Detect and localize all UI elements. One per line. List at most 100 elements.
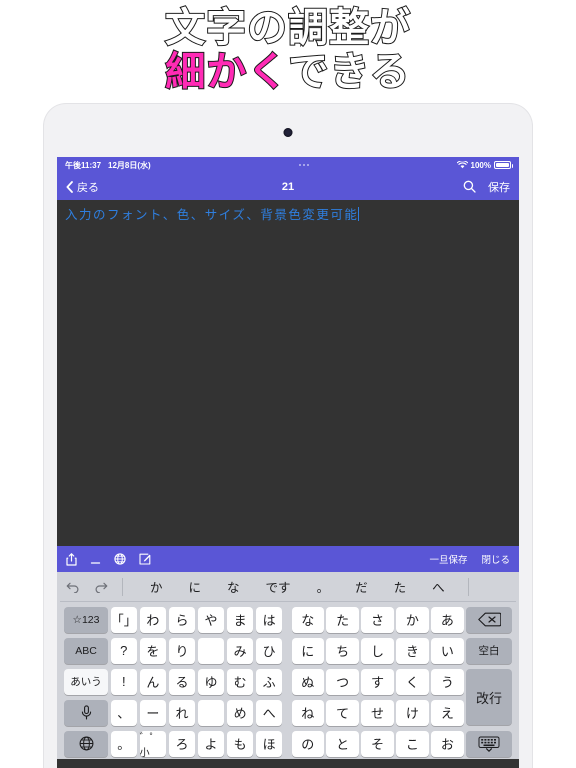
compose-icon[interactable] xyxy=(139,553,151,565)
key-ma[interactable]: ま xyxy=(226,606,254,633)
key-na[interactable]: な xyxy=(291,606,324,633)
key-se[interactable]: せ xyxy=(361,699,394,726)
mic-icon xyxy=(81,705,92,720)
page-title: 21 xyxy=(281,180,295,193)
key-ri[interactable]: り xyxy=(168,637,196,664)
key-ru[interactable]: る xyxy=(168,668,196,695)
text-editor-area[interactable]: 入力のフォント、色、サイズ、背景色変更可能 xyxy=(57,200,519,546)
key-to[interactable]: と xyxy=(326,730,359,757)
undo-icon[interactable] xyxy=(66,581,80,593)
key-he[interactable]: へ xyxy=(255,699,283,726)
globe-icon[interactable] xyxy=(114,553,126,565)
temp-save-button[interactable]: 一旦保存 xyxy=(429,552,467,566)
share-icon[interactable] xyxy=(66,552,77,566)
key-blank[interactable] xyxy=(197,637,225,664)
key-ro[interactable]: ろ xyxy=(168,730,196,757)
key-ke[interactable]: け xyxy=(396,699,429,726)
key-nu[interactable]: ぬ xyxy=(291,668,324,695)
key-su[interactable]: す xyxy=(361,668,394,695)
key-mu[interactable]: む xyxy=(226,668,254,695)
status-date: 12月8日(水) xyxy=(108,160,151,170)
key-symbols-123[interactable]: ☆123 xyxy=(64,606,108,633)
suggestion-item[interactable]: です xyxy=(253,577,304,596)
key-ra[interactable]: ら xyxy=(168,606,196,633)
key-ya[interactable]: や xyxy=(197,606,225,633)
back-button[interactable]: 戻る xyxy=(66,179,99,195)
delete-key[interactable] xyxy=(466,606,512,633)
key-tsu[interactable]: つ xyxy=(326,668,359,695)
editor-text: 入力のフォント、色、サイズ、背景色変更可能 xyxy=(65,208,359,222)
space-key[interactable]: 空白 xyxy=(466,637,512,664)
key-choon[interactable]: ー xyxy=(139,699,167,726)
keyboard-dismiss-icon xyxy=(478,736,500,752)
key-i[interactable]: い xyxy=(431,637,464,664)
key-ka[interactable]: か xyxy=(396,606,429,633)
key-abc-mode[interactable]: ABC xyxy=(64,637,108,664)
redo-icon[interactable] xyxy=(94,581,108,593)
key-re[interactable]: れ xyxy=(168,699,196,726)
keyboard-dismiss-key[interactable] xyxy=(466,730,512,757)
chevron-left-icon xyxy=(66,180,73,193)
key-a[interactable]: あ xyxy=(431,606,464,633)
return-key[interactable]: 改行 xyxy=(466,669,512,725)
suggestion-item[interactable]: 。 xyxy=(304,577,343,596)
key-hi[interactable]: ひ xyxy=(255,637,283,664)
key-u[interactable]: う xyxy=(431,668,464,695)
key-dakuten-small[interactable]: ゛゜小 xyxy=(139,730,167,759)
key-ku[interactable]: く xyxy=(396,668,429,695)
key-me[interactable]: め xyxy=(226,699,254,726)
key-ki[interactable]: き xyxy=(396,637,429,664)
key-blank[interactable] xyxy=(197,699,225,726)
delete-icon xyxy=(477,612,501,627)
key-sa[interactable]: さ xyxy=(361,606,394,633)
suggestion-item[interactable]: に xyxy=(176,577,215,596)
key-ni[interactable]: に xyxy=(291,637,324,664)
key-ta[interactable]: た xyxy=(326,606,359,633)
save-button[interactable]: 保存 xyxy=(488,179,510,195)
keyboard-row-3: あいう ! ん る ゆ む ふ ぬ つ す く う xyxy=(64,666,464,697)
search-icon[interactable] xyxy=(463,180,476,193)
globe-key[interactable] xyxy=(64,730,108,757)
key-mi[interactable]: み xyxy=(226,637,254,664)
key-kuten[interactable]: 。 xyxy=(110,730,138,757)
key-so[interactable]: そ xyxy=(361,730,394,757)
key-n[interactable]: ん xyxy=(139,668,167,695)
battery-percent: 100% xyxy=(470,160,491,170)
keyboard-row-2: ABC ? を り み ひ に ち し き い 空白 xyxy=(64,635,512,666)
close-button[interactable]: 閉じる xyxy=(481,552,510,566)
key-wo[interactable]: を xyxy=(139,637,167,664)
key-fu[interactable]: ふ xyxy=(255,668,283,695)
key-exclamation[interactable]: ! xyxy=(110,668,138,695)
key-ne[interactable]: ね xyxy=(291,699,324,726)
suggestion-item[interactable]: た xyxy=(381,577,420,596)
headline-line-1: 文字の調整が xyxy=(164,5,411,50)
predictive-text-bar: か に な です 。 だ た へ xyxy=(60,572,516,602)
key-touten[interactable]: 、 xyxy=(110,699,138,726)
key-question[interactable]: ? xyxy=(110,637,138,664)
device-screen: 午後11:37 12月8日(水) 100% 戻る 21 保存 入力のフォント、色… xyxy=(57,157,519,768)
headline-line-2-white: できる xyxy=(287,50,411,95)
key-chi[interactable]: ち xyxy=(326,637,359,664)
key-yo[interactable]: よ xyxy=(197,730,225,757)
key-yu[interactable]: ゆ xyxy=(197,668,225,695)
suggestion-item[interactable]: だ xyxy=(342,577,381,596)
dictation-key[interactable] xyxy=(64,699,108,726)
key-o[interactable]: お xyxy=(431,730,464,757)
key-e[interactable]: え xyxy=(431,699,464,726)
key-shi[interactable]: し xyxy=(361,637,394,664)
key-kana-mode[interactable]: あいう xyxy=(64,668,108,695)
key-mo[interactable]: も xyxy=(226,730,254,757)
suggestion-item[interactable]: か xyxy=(137,577,176,596)
key-ho[interactable]: ほ xyxy=(255,730,283,757)
key-bracket[interactable]: 「」 xyxy=(110,606,138,633)
keyboard-row-5: 。 ゛゜小 ろ よ も ほ の と そ こ お xyxy=(64,728,512,759)
key-te[interactable]: て xyxy=(326,699,359,726)
key-no[interactable]: の xyxy=(291,730,324,757)
key-ko[interactable]: こ xyxy=(396,730,429,757)
navigation-bar: 戻る 21 保存 xyxy=(57,173,519,200)
key-wa[interactable]: わ xyxy=(139,606,167,633)
key-ha[interactable]: は xyxy=(255,606,283,633)
underscore-icon[interactable] xyxy=(90,553,101,566)
suggestion-item[interactable]: な xyxy=(214,577,253,596)
suggestion-item[interactable]: へ xyxy=(419,577,458,596)
